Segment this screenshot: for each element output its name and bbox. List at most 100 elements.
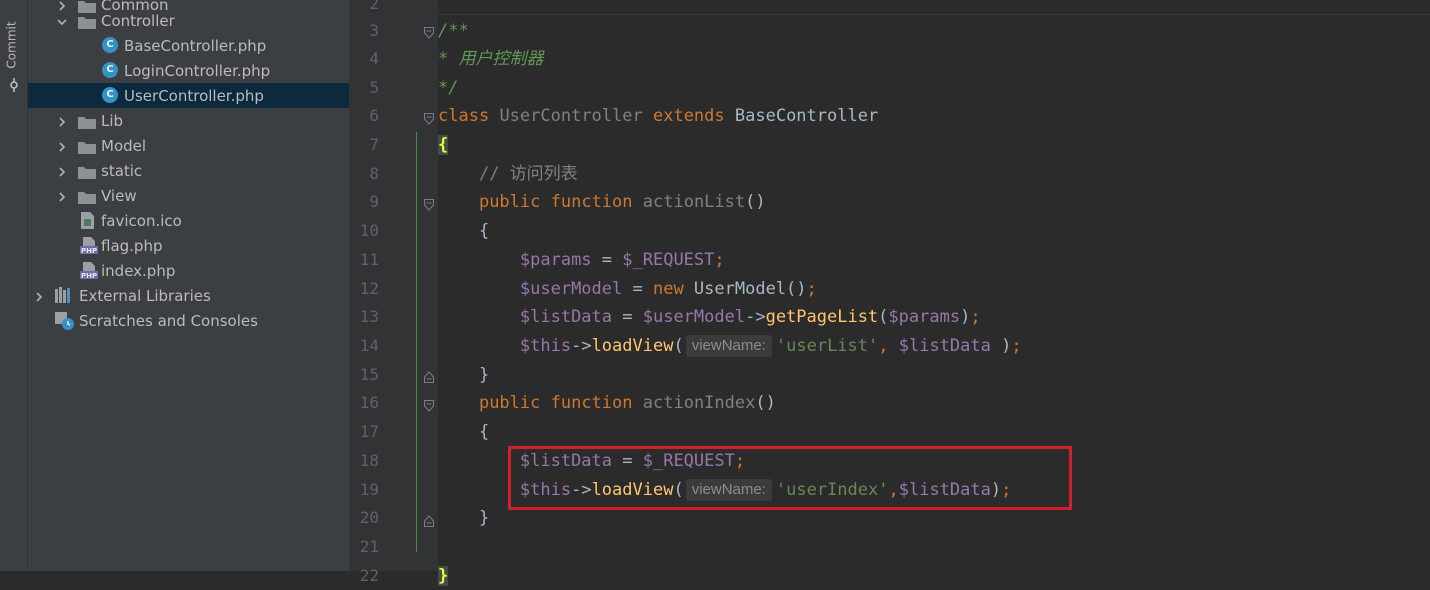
code-line-22: } bbox=[438, 566, 449, 586]
svg-text:PHP: PHP bbox=[81, 272, 97, 279]
fold-collapse-icon[interactable] bbox=[424, 196, 434, 211]
base-class-name: BaseController bbox=[734, 106, 879, 126]
php-file-icon: PHP bbox=[80, 262, 98, 280]
chevron-right-icon[interactable] bbox=[55, 114, 69, 128]
tree-item-static[interactable]: static bbox=[28, 158, 349, 183]
fold-end-icon[interactable] bbox=[424, 512, 434, 527]
svg-text:PHP: PHP bbox=[81, 247, 97, 254]
line-number: 18 bbox=[359, 451, 379, 470]
code-line-4: * 用户控制器 bbox=[438, 45, 543, 73]
line-number: 14 bbox=[359, 336, 379, 355]
code-line-6: class UserController extends BaseControl… bbox=[438, 102, 878, 130]
doc-comment-close: */ bbox=[438, 78, 459, 98]
tree-item-label: View bbox=[101, 186, 137, 205]
line-number: 17 bbox=[359, 422, 379, 441]
line-number: 8 bbox=[369, 164, 379, 183]
line-number: 13 bbox=[359, 307, 379, 326]
tree-item-external-libraries[interactable]: External Libraries bbox=[28, 283, 349, 308]
tree-item-label: UserController.php bbox=[124, 86, 264, 105]
library-icon bbox=[55, 287, 70, 304]
code-line-13: $listData = $userModel->getPageList($par… bbox=[519, 307, 981, 327]
param-hint-viewName: viewName: bbox=[685, 335, 772, 357]
highlight-annotation-box bbox=[508, 446, 1072, 510]
folder-icon bbox=[78, 189, 96, 204]
tree-item-favicon-ico[interactable]: favicon.ico bbox=[28, 208, 349, 233]
line-number: 16 bbox=[359, 393, 379, 412]
tree-item-flag-php[interactable]: PHP flag.php bbox=[28, 233, 349, 258]
code-line-20: } bbox=[478, 508, 490, 528]
folder-icon bbox=[78, 114, 96, 129]
code-line-14: $this->loadView(viewName:'userList', $li… bbox=[519, 335, 1022, 357]
line-number: 15 bbox=[359, 365, 379, 384]
tree-item-label: Lib bbox=[101, 111, 124, 130]
line-number: 5 bbox=[369, 78, 379, 97]
line-comment: // 访问列表 bbox=[478, 164, 578, 184]
matched-brace: { bbox=[438, 135, 449, 155]
line-number: 21 bbox=[359, 537, 379, 556]
commit-icon[interactable] bbox=[6, 78, 22, 94]
tree-item-controller[interactable]: Controller bbox=[28, 8, 349, 33]
fold-end-icon[interactable] bbox=[424, 368, 434, 383]
tree-item-label: Model bbox=[101, 136, 147, 155]
activity-strip: Commit bbox=[0, 0, 28, 571]
php-class-icon: C bbox=[102, 37, 118, 53]
project-tree: Common Controller C BaseController.php C Logi… bbox=[28, 0, 349, 571]
line-number: 3 bbox=[369, 21, 379, 40]
php-class-icon: C bbox=[102, 62, 118, 78]
extends-keyword: extends bbox=[652, 106, 725, 126]
tree-item-label: index.php bbox=[101, 261, 176, 280]
method-name-actionList: actionList bbox=[642, 192, 746, 212]
commit-tab-label: Commit bbox=[4, 21, 19, 69]
tree-item-index-php[interactable]: PHP index.php bbox=[28, 258, 349, 283]
code-line-10: { bbox=[478, 221, 490, 241]
line-number: 19 bbox=[359, 480, 379, 499]
folder-icon bbox=[78, 14, 96, 29]
tree-item-basecontroller-php[interactable]: C BaseController.php bbox=[28, 33, 349, 58]
line-number: 4 bbox=[369, 49, 379, 68]
commit-tool-tab[interactable]: Commit bbox=[2, 21, 26, 82]
line-number: 7 bbox=[369, 135, 379, 154]
php-file-icon: PHP bbox=[80, 237, 98, 255]
code-line-16: public function actionIndex() bbox=[478, 393, 776, 413]
tree-item-label: External Libraries bbox=[79, 286, 211, 305]
folder-icon bbox=[78, 139, 96, 154]
tree-item-label: Scratches and Consoles bbox=[79, 311, 258, 330]
image-file-icon bbox=[80, 212, 95, 229]
line-number: 10 bbox=[359, 221, 379, 240]
method-name-actionIndex: actionIndex bbox=[642, 393, 756, 413]
fold-collapse-icon[interactable] bbox=[424, 397, 434, 412]
chevron-right-icon[interactable] bbox=[55, 189, 69, 203]
class-keyword: class bbox=[438, 106, 490, 126]
tree-item-label: LoginController.php bbox=[124, 61, 271, 80]
php-class-icon: C bbox=[102, 87, 118, 103]
line-number: 20 bbox=[359, 508, 379, 527]
folder-icon bbox=[78, 164, 96, 179]
tree-item-label: favicon.ico bbox=[101, 211, 182, 230]
tree-item-lib[interactable]: Lib bbox=[28, 108, 349, 133]
tree-item-view[interactable]: View bbox=[28, 183, 349, 208]
chevron-down-icon[interactable] bbox=[55, 14, 69, 28]
tree-item-scratches-and-consoles[interactable]: Scratches and Consoles bbox=[28, 308, 349, 333]
tree-item-logincontroller-php[interactable]: C LoginController.php bbox=[28, 58, 349, 83]
chevron-right-icon[interactable] bbox=[32, 289, 46, 303]
code-line-12: $userModel = new UserModel(); bbox=[519, 279, 817, 299]
line-number: 9 bbox=[369, 192, 379, 211]
chevron-right-icon[interactable] bbox=[55, 164, 69, 178]
line-number: 22 bbox=[359, 566, 379, 585]
class-name: UserController bbox=[499, 106, 643, 126]
code-line-11: $params = $_REQUEST; bbox=[519, 250, 725, 270]
editor-gutter: 2 3 4 5 6 7 8 9 10 11 12 13 14 15 16 17 18 19 20 21 22 bbox=[349, 0, 438, 585]
tree-item-label: Controller bbox=[101, 11, 175, 30]
code-line-17: { bbox=[478, 422, 490, 442]
line-number: 12 bbox=[359, 279, 379, 298]
tree-item-model[interactable]: Model bbox=[28, 133, 349, 158]
line-number: 6 bbox=[369, 106, 379, 125]
fold-collapse-icon[interactable] bbox=[424, 24, 434, 39]
tree-item-label: flag.php bbox=[101, 236, 163, 255]
code-line-8: // 访问列表 bbox=[438, 160, 578, 188]
fold-collapse-icon[interactable] bbox=[424, 110, 434, 125]
tree-item-usercontroller-php[interactable]: C UserController.php bbox=[28, 83, 349, 108]
tree-item-label: BaseController.php bbox=[124, 36, 267, 55]
chevron-right-icon[interactable] bbox=[55, 139, 69, 153]
code-line-7: { bbox=[438, 131, 449, 159]
